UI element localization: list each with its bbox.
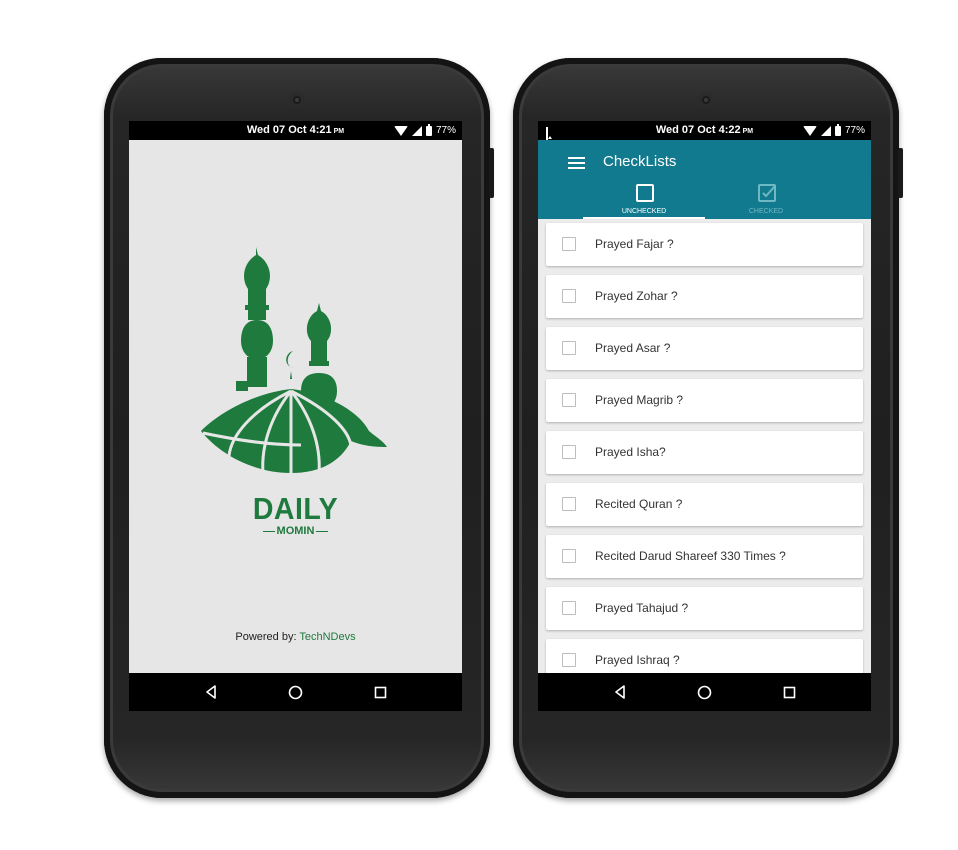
- earpiece: [289, 92, 305, 108]
- battery-icon: [834, 123, 841, 136]
- checkbox[interactable]: [562, 341, 576, 355]
- power-button: [898, 148, 903, 198]
- status-bar: Wed 07 Oct 4:21 PM 77%: [129, 121, 462, 140]
- logo-subtitle: MOMIN: [129, 525, 462, 537]
- right-phone-frame: Wed 07 Oct 4:22 PM 77% CheckLists UNCHECK…: [513, 58, 903, 798]
- home-icon[interactable]: [697, 685, 712, 700]
- battery-icon: [425, 123, 432, 136]
- checkbox[interactable]: [562, 653, 576, 667]
- checkbox[interactable]: [562, 445, 576, 459]
- recents-icon[interactable]: [374, 686, 387, 699]
- back-icon[interactable]: [204, 685, 218, 699]
- list-item[interactable]: Prayed Magrib ?: [546, 379, 863, 422]
- tab-checked-label: CHECKED: [748, 208, 784, 215]
- list-item[interactable]: Recited Quran ?: [546, 483, 863, 526]
- powered-by: Powered by: TechNDevs: [235, 631, 356, 643]
- wifi-icon: [393, 125, 408, 136]
- status-bar: Wed 07 Oct 4:22 PM 77%: [538, 121, 871, 141]
- navigation-bar: [538, 673, 871, 711]
- tab-checked[interactable]: CHECKED: [705, 183, 827, 219]
- checkbox-empty-icon: [636, 184, 654, 202]
- list-item[interactable]: Prayed Zohar ?: [546, 275, 863, 318]
- back-icon[interactable]: [613, 685, 627, 699]
- checkbox[interactable]: [562, 237, 576, 251]
- tab-unchecked-label: UNCHECKED: [621, 208, 667, 215]
- mosque-logo-icon: [201, 247, 387, 474]
- splash-screen: Wed 07 Oct 4:21 PM 77% DAILY MOMIN Power…: [129, 121, 462, 711]
- checkbox[interactable]: [562, 601, 576, 615]
- checkbox[interactable]: [562, 393, 576, 407]
- status-icons: 77%: [802, 121, 865, 140]
- checkbox[interactable]: [562, 289, 576, 303]
- checklists-screen: Wed 07 Oct 4:22 PM 77% CheckLists UNCHECK…: [538, 121, 871, 711]
- status-icons: 77%: [393, 121, 456, 140]
- battery-percent: 77%: [435, 125, 456, 136]
- logo-title: DAILY: [252, 491, 339, 526]
- list-item[interactable]: Prayed Tahajud ?: [546, 587, 863, 630]
- signal-icon: [411, 125, 422, 136]
- recents-icon[interactable]: [783, 686, 796, 699]
- power-button: [489, 148, 494, 198]
- home-icon[interactable]: [288, 685, 303, 700]
- checkbox[interactable]: [562, 497, 576, 511]
- list-item[interactable]: Prayed Isha?: [546, 431, 863, 474]
- list-item[interactable]: Recited Darud Shareef 330 Times ?: [546, 535, 863, 578]
- checklist: Prayed Fajar ? Prayed Zohar ? Prayed Asa…: [546, 223, 863, 691]
- navigation-bar: [129, 673, 462, 711]
- hamburger-menu-icon[interactable]: [568, 156, 588, 172]
- app-bar: CheckLists UNCHECKED CHECKED: [538, 140, 871, 219]
- earpiece: [698, 92, 714, 108]
- list-item[interactable]: Prayed Asar ?: [546, 327, 863, 370]
- active-tab-indicator: [583, 217, 705, 219]
- checkbox-checked-icon: [758, 184, 776, 202]
- signal-icon: [820, 125, 831, 136]
- checkbox[interactable]: [562, 549, 576, 563]
- left-phone-frame: Wed 07 Oct 4:21 PM 77% DAILY MOMIN Power…: [104, 58, 494, 798]
- wifi-icon: [802, 125, 817, 136]
- list-item[interactable]: Prayed Fajar ?: [546, 223, 863, 266]
- tab-unchecked[interactable]: UNCHECKED: [583, 183, 705, 219]
- page-title: CheckLists: [603, 153, 677, 170]
- battery-percent: 77%: [844, 125, 865, 136]
